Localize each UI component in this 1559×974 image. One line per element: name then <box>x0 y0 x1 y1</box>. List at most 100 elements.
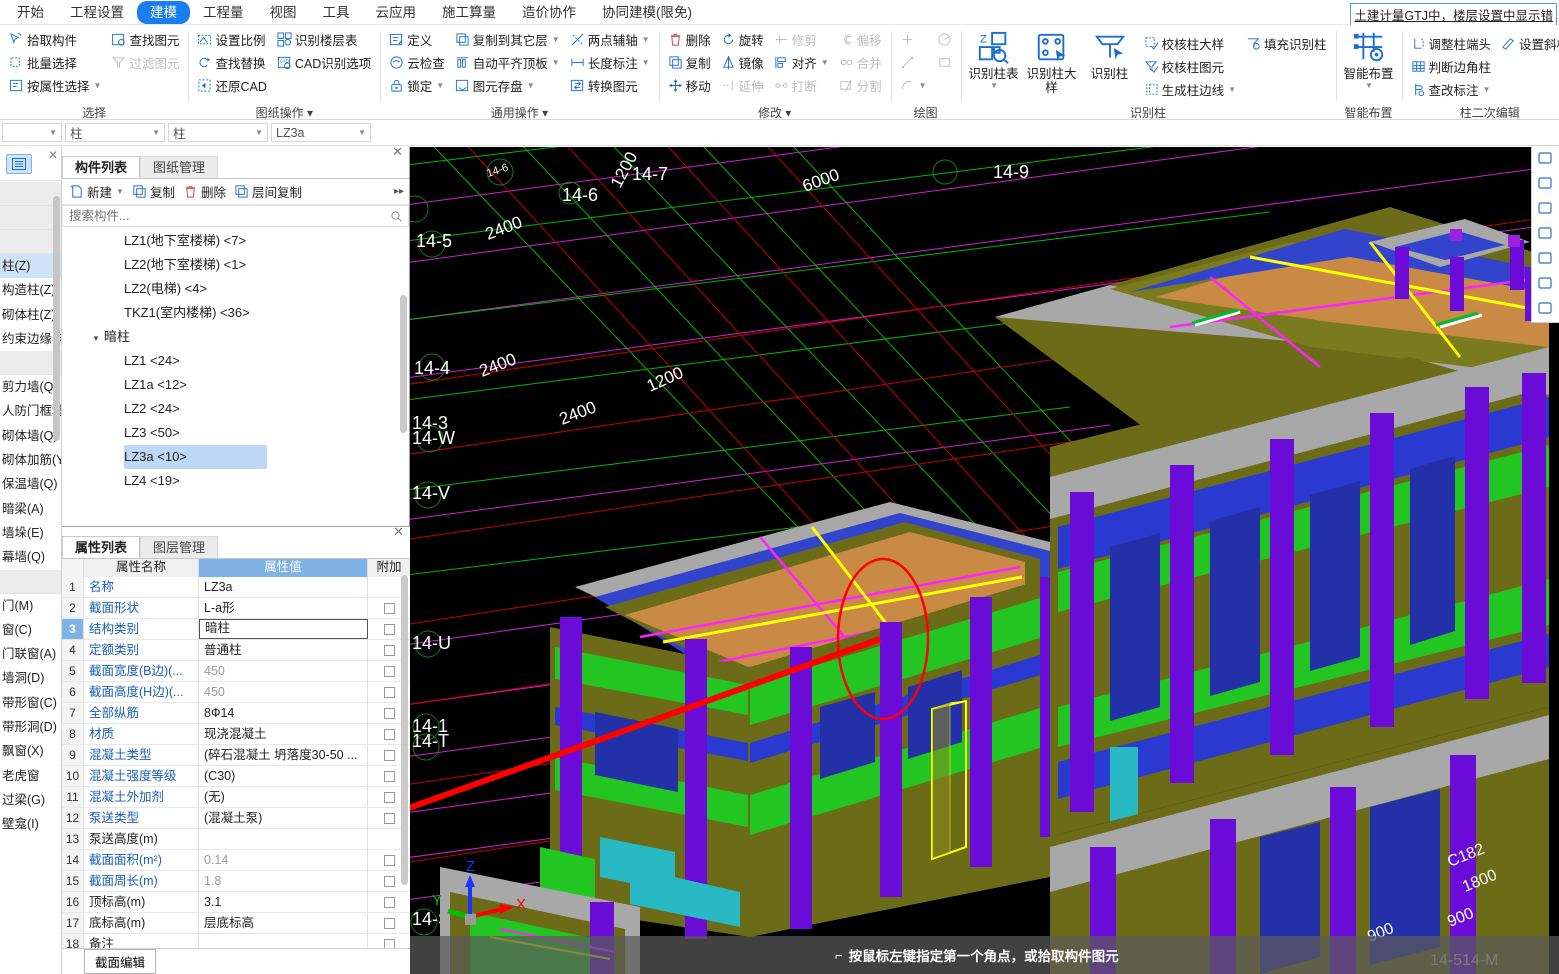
rail-item-3[interactable]: 柱(Z) <box>0 254 61 279</box>
rail-item-6[interactable]: 约束边缘非... <box>0 327 61 351</box>
length-dim-button[interactable]: 长度标注 ▼ <box>566 51 654 73</box>
menu-item-2[interactable]: 建模 <box>137 0 190 24</box>
3d-model-canvas[interactable]: 14-6 14-6 14-7 14-9 14-5 14-4 14-3 14-W … <box>410 147 1549 974</box>
property-row-2[interactable]: 3 结构类别 暗柱 <box>62 619 410 640</box>
check-column-detail-button[interactable]: 校核柱大样 <box>1140 32 1240 54</box>
property-value[interactable]: 暗柱 <box>199 619 368 639</box>
tree-node-4[interactable]: ▼ 暗柱 <box>62 325 409 349</box>
menu-item-5[interactable]: 工具 <box>310 1 363 24</box>
rail-item-11[interactable]: 砌体加筋(Y) <box>0 448 61 472</box>
menu-item-4[interactable]: 视图 <box>257 1 310 24</box>
chevron-down-icon[interactable]: ▼ <box>436 81 444 90</box>
property-row-14[interactable]: 15 截面周长(m) 1.8 <box>62 871 410 892</box>
menu-item-9[interactable]: 协同建模(限免) <box>589 1 705 24</box>
search-input[interactable] <box>69 209 391 223</box>
list-icon[interactable] <box>1537 300 1555 318</box>
judge-corner-column-button[interactable]: 判断边角柱 <box>1407 55 1496 77</box>
rotate-view-icon[interactable] <box>1537 150 1555 168</box>
property-row-16[interactable]: 17 底标高(m) 层底标高 <box>62 913 410 934</box>
rail-item-19[interactable]: 门联窗(A) <box>0 642 61 666</box>
chevron-down-icon[interactable]: ▼ <box>642 58 650 67</box>
tree-node-5[interactable]: LZ1 <24> <box>62 349 409 373</box>
menu-item-1[interactable]: 工程设置 <box>57 1 137 24</box>
dashed-frame-icon[interactable] <box>1537 275 1555 293</box>
tree-node-10[interactable]: LZ4 <19> <box>62 469 409 493</box>
tab-1[interactable]: 图纸管理 <box>140 156 219 178</box>
recognize-column-button[interactable]: 识别柱 <box>1082 28 1138 100</box>
close-icon[interactable]: ✕ <box>48 148 58 162</box>
list-view-icon[interactable] <box>6 153 32 174</box>
property-extra-checkbox[interactable] <box>368 913 410 933</box>
property-row-5[interactable]: 6 截面高度(H边)(... 450 <box>62 682 410 703</box>
cad-recognize-option-button[interactable]: CAD CAD识别选项 <box>273 51 375 73</box>
rail-item-23[interactable]: 飘窗(X) <box>0 739 61 763</box>
smart-layout-button[interactable]: 智能布置 ▼ <box>1341 28 1397 90</box>
chevron-down-icon[interactable]: ▼ <box>642 35 650 44</box>
delete-button[interactable]: 删除 <box>180 181 229 202</box>
property-extra-checkbox[interactable] <box>368 934 410 948</box>
property-row-15[interactable]: 16 顶标高(m) 3.1 <box>62 892 410 913</box>
property-row-3[interactable]: 4 定额类别 普通柱 <box>62 640 410 661</box>
chevron-down-icon[interactable]: ▼ <box>94 81 102 90</box>
rail-item-4[interactable]: 构造柱(Z) <box>0 278 61 302</box>
rail-item-22[interactable]: 带形洞(D) <box>0 715 61 739</box>
property-row-1[interactable]: 2 截面形状 L-a形 <box>62 598 410 619</box>
rail-item-26[interactable]: 壁龛(I) <box>0 812 61 836</box>
tree-node-9[interactable]: LZ3a <10> <box>124 445 267 469</box>
tab-1[interactable]: 图层管理 <box>140 536 219 558</box>
property-value[interactable]: 3.1 <box>199 892 368 912</box>
property-row-12[interactable]: 13 泵送高度(m) <box>62 829 410 850</box>
recognize-column-detail-button[interactable]: 识别柱大样 <box>1024 28 1080 100</box>
chevron-down-icon[interactable]: ▼ <box>552 58 560 67</box>
chevron-down-icon[interactable]: ▼ <box>152 128 160 137</box>
tree-node-1[interactable]: LZ2(地下室楼梯) <1> <box>62 253 409 277</box>
tab-0[interactable]: 属性列表 <box>62 536 141 558</box>
property-value[interactable]: (无) <box>199 787 368 807</box>
menu-item-3[interactable]: 工程量 <box>190 1 257 24</box>
fill-recognize-column-button[interactable]: 填充识别柱 <box>1242 32 1331 54</box>
rail-scrollbar[interactable] <box>53 196 60 441</box>
align-button[interactable]: 对齐 ▼ <box>770 51 833 73</box>
rail-item-9[interactable]: 人防门框墙(. <box>0 399 61 423</box>
new-button[interactable]: 新建 ▼ <box>66 181 127 202</box>
rail-item-10[interactable]: 砌体墙(Q) <box>0 424 61 448</box>
rail-item-5[interactable]: 砌体柱(Z) <box>0 303 61 327</box>
chevron-down-icon[interactable]: ▼ <box>255 128 263 137</box>
rotate-button[interactable]: 旋转 <box>717 28 768 50</box>
chevron-down-icon[interactable]: ▼ <box>92 334 100 343</box>
close-icon[interactable]: ✕ <box>393 524 404 540</box>
shape-icon[interactable] <box>1537 200 1555 218</box>
delete-button[interactable]: 删除 <box>664 28 715 50</box>
property-row-6[interactable]: 7 全部纵筋 8Ф14 <box>62 703 410 724</box>
option-select-0[interactable]: ▼ <box>2 123 62 142</box>
search-row[interactable] <box>62 205 409 227</box>
chevron-down-icon[interactable]: ▼ <box>358 128 366 137</box>
chevron-down-icon[interactable]: ▼ <box>116 187 124 196</box>
batch-select-button[interactable]: 批量选择 <box>5 51 105 73</box>
chevron-down-icon[interactable]: ▼ <box>1483 85 1491 94</box>
property-scrollbar[interactable] <box>401 575 408 885</box>
recognize-floor-table-button[interactable]: 识别楼层表 <box>273 28 375 50</box>
chevron-down-icon[interactable]: ▼ <box>990 81 998 90</box>
move-button[interactable]: 移动 <box>664 74 715 96</box>
property-value[interactable]: 8Ф14 <box>199 703 368 723</box>
property-value[interactable]: 450 <box>199 661 368 681</box>
auto-align-top-button[interactable]: 自动平齐顶板 ▼ <box>451 51 564 73</box>
property-value[interactable] <box>199 829 368 849</box>
property-value[interactable]: 1.8 <box>199 871 368 891</box>
chevron-down-icon[interactable]: ▼ <box>821 58 829 67</box>
tree-node-8[interactable]: LZ3 <50> <box>62 421 409 445</box>
option-select-2[interactable]: 柱 ▼ <box>168 123 268 142</box>
generate-column-edge-button[interactable]: 生成柱边线 ▼ <box>1140 78 1240 100</box>
tree-node-6[interactable]: LZ1a <12> <box>62 373 409 397</box>
property-row-13[interactable]: 14 截面面积(m²) 0.14 <box>62 850 410 871</box>
select-by-prop-button[interactable]: 按属性选择 ▼ <box>5 74 105 96</box>
define-button[interactable]: 定义 <box>385 28 449 50</box>
property-extra-checkbox[interactable] <box>368 892 410 912</box>
floor-copy-button[interactable]: 层间复制 <box>231 181 305 202</box>
copy-button[interactable]: 复制 <box>664 51 715 73</box>
chevron-down-icon[interactable]: ▼ <box>552 35 560 44</box>
cloud-check-button[interactable]: 云检查 <box>385 51 449 73</box>
mirror-button[interactable]: 镜像 <box>717 51 768 73</box>
property-value[interactable]: 普通柱 <box>199 640 368 660</box>
